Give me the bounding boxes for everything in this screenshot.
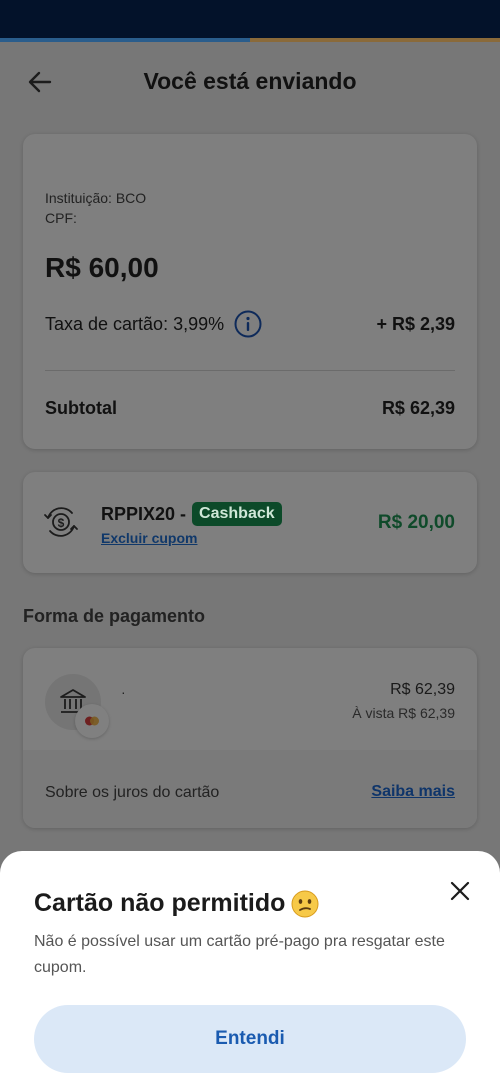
close-icon — [450, 881, 470, 901]
juros-strip: Sobre os juros do cartão Saiba mais — [23, 750, 477, 828]
coupon-code-group: RPPIX20 - Cashback — [101, 502, 282, 526]
coupon-value: R$ 20,00 — [377, 512, 455, 533]
page-title: Você está enviando — [143, 68, 357, 94]
info-icon[interactable] — [234, 310, 262, 338]
juros-label: Sobre os juros do cartão — [45, 784, 220, 801]
payment-method-card[interactable]: · R$ 62,39 À vista R$ 62,39 Sobre os jur… — [23, 648, 477, 828]
saiba-mais-link[interactable]: Saiba mais — [371, 783, 455, 801]
payment-section-title: Forma de pagamento — [23, 606, 206, 626]
confused-face-icon — [291, 890, 319, 918]
divider — [45, 370, 455, 371]
cpf-text: CPF: — [45, 210, 77, 226]
payment-price: R$ 62,39 — [390, 681, 455, 698]
coupon-code: RPPIX20 - — [101, 503, 187, 524]
institution-text: Instituição: BCO — [45, 190, 147, 206]
fee-label: Taxa de cartão: 3,99% — [45, 313, 225, 334]
sheet-title-group: Cartão não permitido — [34, 889, 319, 918]
subtotal-label: Subtotal — [45, 398, 117, 418]
close-button[interactable] — [446, 877, 474, 905]
cashback-badge: Cashback — [192, 502, 282, 526]
sheet-title: Cartão não permitido — [34, 889, 286, 917]
fee-row: Taxa de cartão: 3,99% + R$ 2,39 — [45, 310, 455, 338]
remove-coupon-link[interactable]: Excluir cupom — [101, 530, 197, 546]
svg-text:$: $ — [58, 516, 65, 530]
transfer-amount: R$ 60,00 — [45, 252, 159, 283]
sheet-message: Não é possível usar um cartão pré-pago p… — [34, 933, 445, 976]
status-bar — [0, 0, 500, 38]
subtotal-row: Subtotal R$ 62,39 — [45, 398, 455, 419]
transfer-summary-card: Instituição: BCO CPF: R$ 60,00 Taxa de c… — [23, 134, 477, 449]
header: Você está enviando — [0, 42, 500, 122]
fee-label-group: Taxa de cartão: 3,99% — [45, 310, 262, 338]
cashback-exchange-icon: $ — [44, 507, 78, 537]
entendi-button[interactable]: Entendi — [34, 1005, 466, 1073]
bottom-sheet: Cartão não permitido Não é possível usar… — [0, 851, 500, 1084]
fee-value: + R$ 2,39 — [376, 313, 455, 334]
subtotal-value: R$ 62,39 — [381, 398, 455, 418]
coupon-card: $ RPPIX20 - Cashback Excluir cupom R$ 20… — [23, 472, 477, 573]
payment-price-sub: À vista R$ 62,39 — [352, 705, 455, 721]
payment-method-name: · — [121, 684, 126, 700]
card-brand-badge — [75, 704, 109, 738]
mastercard-icon — [85, 716, 99, 726]
